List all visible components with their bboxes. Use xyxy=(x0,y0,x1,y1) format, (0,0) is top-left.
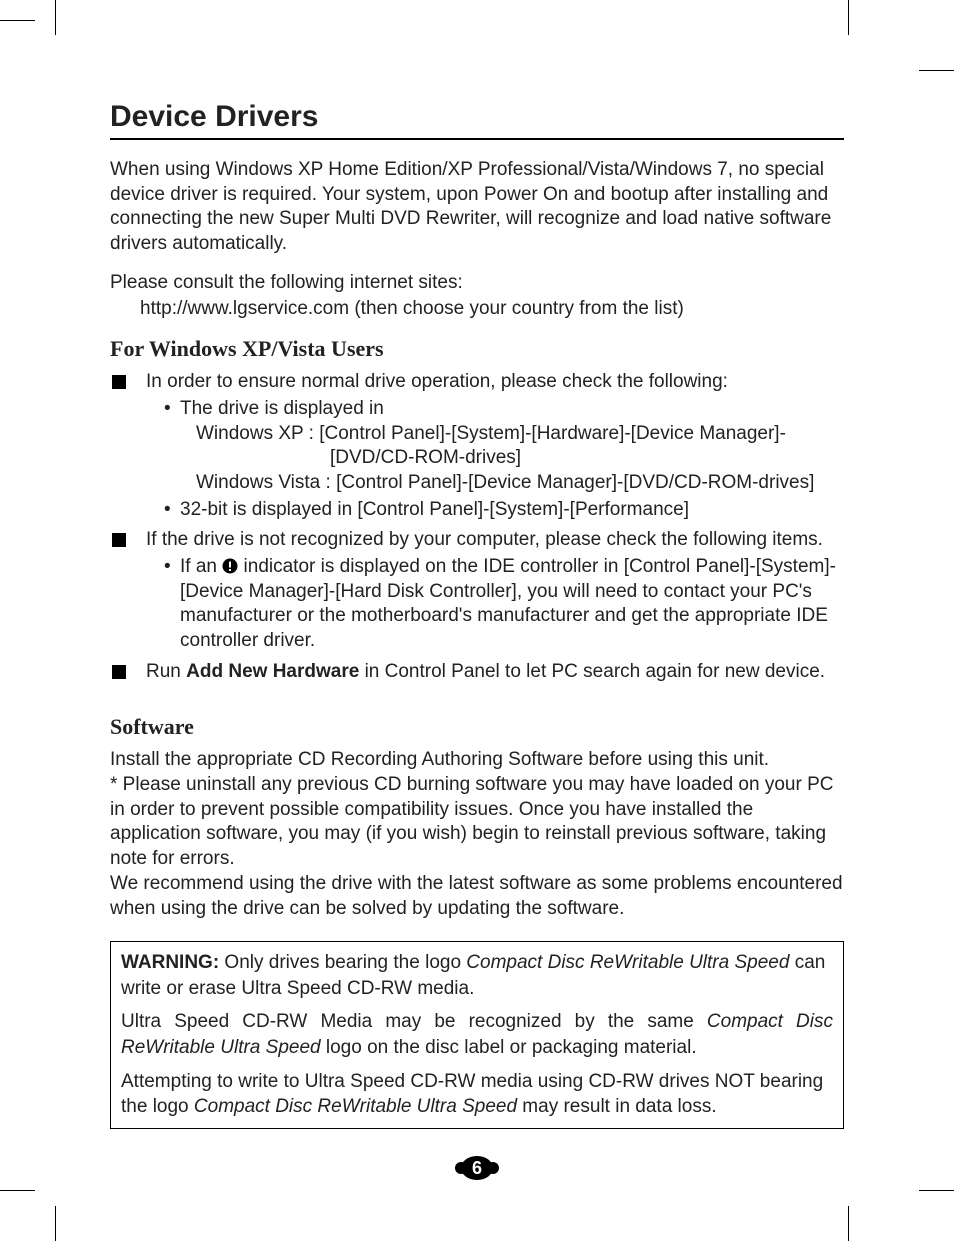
list-item-text: indicator is displayed on the IDE contro… xyxy=(180,556,836,651)
list-item-text: Windows XP : [Control Panel]-[System]-[H… xyxy=(196,422,844,447)
square-list: In order to ensure normal drive operatio… xyxy=(110,370,844,684)
consult-intro: Please consult the following internet si… xyxy=(110,271,844,296)
warning-paragraph: Ultra Speed CD-RW Media may be recognize… xyxy=(121,1009,833,1060)
crop-mark xyxy=(55,1206,56,1241)
subheading-software: Software xyxy=(110,714,844,740)
list-item-text: Run xyxy=(146,661,186,682)
section-divider xyxy=(110,138,844,140)
list-item-text: If an xyxy=(180,556,222,577)
crop-mark xyxy=(848,1206,849,1241)
list-item: If an indicator is displayed on the IDE … xyxy=(164,555,844,654)
warning-text: logo on the disc label or packaging mate… xyxy=(321,1037,697,1058)
intro-paragraph: When using Windows XP Home Edition/XP Pr… xyxy=(110,158,844,257)
warning-italic: Compact Disc ReWritable Ultra Speed xyxy=(194,1096,517,1117)
list-item: The drive is displayed in Windows XP : [… xyxy=(164,397,844,496)
list-item-bold: Add New Hardware xyxy=(186,661,359,682)
manual-page: Device Drivers When using Windows XP Hom… xyxy=(0,0,954,1241)
crop-mark xyxy=(919,70,954,71)
software-paragraph: We recommend using the drive with the la… xyxy=(110,872,844,921)
bullet-list: If an indicator is displayed on the IDE … xyxy=(164,555,844,654)
warning-label: WARNING: xyxy=(121,952,219,973)
page-number-badge: 6 xyxy=(455,1155,499,1181)
crop-mark xyxy=(848,0,849,35)
warning-paragraph: WARNING: Only drives bearing the logo Co… xyxy=(121,950,833,1001)
crop-mark xyxy=(0,1190,35,1191)
list-item-text: [DVD/CD-ROM-drives] xyxy=(330,446,844,471)
list-item: 32-bit is displayed in [Control Panel]-[… xyxy=(164,498,844,523)
list-item-text: In order to ensure normal drive operatio… xyxy=(146,371,728,392)
warning-italic: Compact Disc ReWritable Ultra Speed xyxy=(466,952,789,973)
list-item-text: 32-bit is displayed in [Control Panel]-[… xyxy=(180,499,689,520)
warning-text: may result in data loss. xyxy=(517,1096,717,1117)
warning-paragraph: Attempting to write to Ultra Speed CD-RW… xyxy=(121,1069,833,1120)
exclamation-icon xyxy=(222,557,238,573)
page-number-wrap: 6 xyxy=(110,1155,844,1181)
subheading-windows-users: For Windows XP/Vista Users xyxy=(110,336,844,362)
list-item: Run Add New Hardware in Control Panel to… xyxy=(110,660,844,685)
section-title: Device Drivers xyxy=(110,100,844,134)
crop-mark xyxy=(0,20,35,21)
bullet-list: The drive is displayed in Windows XP : [… xyxy=(164,397,844,522)
crop-mark xyxy=(919,1190,954,1191)
software-paragraph: * Please uninstall any previous CD burni… xyxy=(110,773,844,872)
list-item: If the drive is not recognized by your c… xyxy=(110,528,844,653)
warning-box: WARNING: Only drives bearing the logo Co… xyxy=(110,941,844,1129)
list-item-text: The drive is displayed in xyxy=(180,398,384,419)
list-item: In order to ensure normal drive operatio… xyxy=(110,370,844,522)
list-item-text: Windows Vista : [Control Panel]-[Device … xyxy=(196,471,844,496)
page-number: 6 xyxy=(472,1158,482,1178)
consult-url: http://www.lgservice.com (then choose yo… xyxy=(140,297,844,322)
list-item-text: If the drive is not recognized by your c… xyxy=(146,529,823,550)
list-item-text: in Control Panel to let PC search again … xyxy=(359,661,825,682)
warning-text: Only drives bearing the logo xyxy=(219,952,466,973)
warning-text: Ultra Speed CD-RW Media may be recognize… xyxy=(121,1011,707,1032)
software-paragraph: Install the appropriate CD Recording Aut… xyxy=(110,748,844,773)
crop-mark xyxy=(55,0,56,35)
